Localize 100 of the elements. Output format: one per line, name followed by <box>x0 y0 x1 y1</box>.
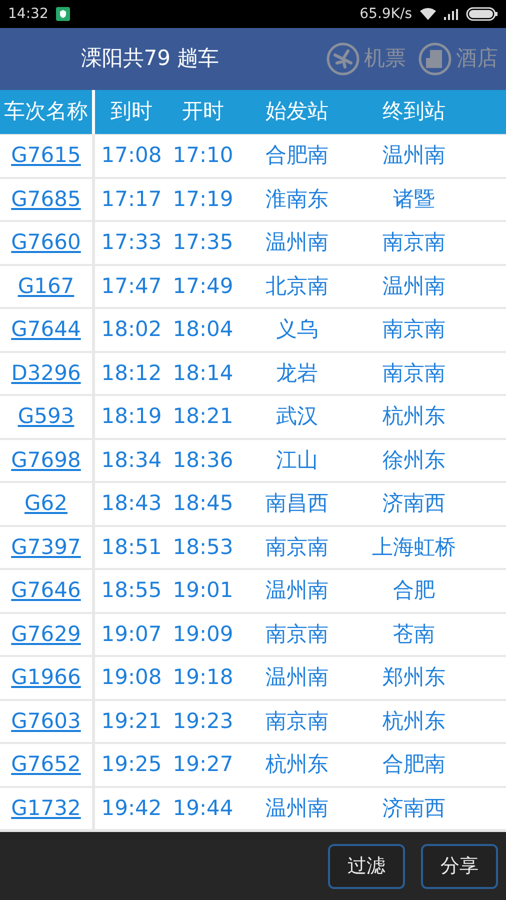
table-cell-text: 淮南东 <box>266 186 328 212</box>
table-cell-text: 17:47 <box>101 272 162 300</box>
table-cell-text: 南京南 <box>266 534 328 560</box>
table-cell-text: 18:36 <box>172 446 234 474</box>
table-cell-text: 19:23 <box>172 708 234 734</box>
table-cell-text: 19:44 <box>172 794 234 822</box>
train-link[interactable]: G7644 <box>11 314 81 346</box>
table-row[interactable]: G7644 18:02 18:04 义乌 南京南 <box>0 309 506 350</box>
column-header: 始发站 <box>266 98 328 126</box>
train-link[interactable]: G7660 <box>11 227 81 258</box>
table-cell-text: 19:27 <box>172 751 234 778</box>
table-cell-text: 北京南 <box>266 272 328 300</box>
train-link[interactable]: G7397 <box>11 532 81 563</box>
table-cell-text: 南京南 <box>266 620 328 648</box>
table-cell-text: 南昌西 <box>266 490 328 517</box>
network-speed: 65.9K/s <box>360 4 412 24</box>
table-cell-text: 19:08 <box>101 664 162 691</box>
train-link[interactable]: G7629 <box>11 618 81 650</box>
table-cell-text: 徐州东 <box>382 446 446 474</box>
table-cell-text: 合肥南 <box>382 751 446 778</box>
column-header: 开时 <box>182 98 224 126</box>
table-cell-text: 18:21 <box>172 403 234 430</box>
table-row[interactable]: G7603 19:21 19:23 南京南 杭州东 <box>0 700 506 742</box>
table-cell-text: 19:07 <box>101 620 162 648</box>
table-row[interactable]: D3296 18:12 18:14 龙岩 南京南 <box>0 352 506 394</box>
table-cell-text: 诸暨 <box>393 186 435 212</box>
train-link[interactable]: G167 <box>18 270 74 302</box>
train-link[interactable]: G7685 <box>11 184 81 215</box>
table-row[interactable]: G1966 19:08 19:18 温州南 郑州东 <box>0 657 506 698</box>
table-cell-text: 郑州东 <box>382 664 446 691</box>
table-row[interactable]: G593 18:19 18:21 武汉 杭州东 <box>0 396 506 438</box>
table-cell-text: 上海虹桥 <box>372 534 456 560</box>
train-link[interactable]: G7652 <box>11 749 81 780</box>
table-cell-text: 17:10 <box>172 142 234 169</box>
table-cell-text: 19:09 <box>172 620 234 648</box>
table-row[interactable]: G1732 19:42 19:44 温州南 济南西 <box>0 788 506 829</box>
table-row[interactable]: G7646 18:55 19:01 温州南 合肥 <box>0 570 506 612</box>
table-row[interactable]: G7615 17:08 17:10 合肥南 温州南 <box>0 135 506 176</box>
signal-icon <box>444 8 458 20</box>
column-header: 终到站 <box>382 98 446 126</box>
table-cell-text: 18:14 <box>172 360 234 386</box>
train-link[interactable]: G7698 <box>11 444 81 476</box>
train-link[interactable]: G7646 <box>11 575 81 606</box>
table-cell-text: 温州南 <box>382 142 446 169</box>
table-row[interactable]: G7652 19:25 19:27 杭州东 合肥南 <box>0 744 506 786</box>
table-cell-text: 杭州东 <box>382 403 446 430</box>
table-row[interactable]: G62 18:43 18:45 南昌西 济南西 <box>0 483 506 524</box>
table-cell-text: 18:53 <box>172 534 234 560</box>
table-cell-text: 19:25 <box>101 751 162 778</box>
table-cell-text: 18:43 <box>101 490 162 517</box>
table-cell-text: 17:08 <box>101 142 162 169</box>
table-cell-text: 合肥 <box>393 577 435 604</box>
window-title: 溧阳共79 趟车 <box>80 45 220 72</box>
table-cell-text: 19:01 <box>172 577 234 604</box>
table-cell-text: 杭州东 <box>382 708 446 734</box>
table-row[interactable]: G7660 17:33 17:35 温州南 南京南 <box>0 222 506 264</box>
table-cell-text: 17:35 <box>172 229 234 256</box>
table-cell-text: 温州南 <box>266 229 328 256</box>
table-row[interactable]: G7698 18:34 18:36 江山 徐州东 <box>0 440 506 481</box>
table-cell-text: 18:34 <box>101 446 162 474</box>
train-link[interactable]: G7615 <box>11 140 81 172</box>
table-row[interactable]: G7397 18:51 18:53 南京南 上海虹桥 <box>0 526 506 568</box>
table-cell-text: 17:19 <box>172 186 234 212</box>
table-cell-text: 龙岩 <box>276 360 318 386</box>
table-row[interactable]: G167 17:47 17:49 北京南 温州南 <box>0 266 506 307</box>
table-cell-text: 19:42 <box>101 794 162 822</box>
train-link[interactable]: G1966 <box>11 662 81 694</box>
airplane-icon <box>326 42 360 76</box>
table-cell-text: 济南西 <box>382 794 446 822</box>
header-link[interactable]: 酒店 <box>456 43 498 75</box>
table-cell-text: 武汉 <box>276 403 318 430</box>
action-button[interactable]: 过滤 <box>328 844 405 888</box>
column-header: 车次名称 <box>4 98 88 126</box>
table-cell-text: 18:12 <box>101 360 162 386</box>
table-cell-text: 19:18 <box>172 664 234 691</box>
header-link[interactable]: 机票 <box>364 43 406 75</box>
table-cell-text: 南京南 <box>382 360 446 386</box>
train-link[interactable]: G1732 <box>11 792 81 824</box>
building-icon <box>418 42 452 76</box>
train-link[interactable]: D3296 <box>11 358 81 389</box>
table-cell-text: 19:21 <box>101 708 162 734</box>
table-cell-text: 17:17 <box>101 186 162 212</box>
train-link[interactable]: G7603 <box>11 706 81 737</box>
table-cell-text: 18:04 <box>172 316 234 343</box>
battery-icon <box>466 7 498 21</box>
table-cell-text: 温州南 <box>382 272 446 300</box>
table-cell-text: 温州南 <box>266 664 328 691</box>
status-time: 14:32 <box>8 4 48 24</box>
table-cell-text: 温州南 <box>266 794 328 822</box>
table-cell-text: 江山 <box>276 446 318 474</box>
table-cell-text: 义乌 <box>276 316 318 343</box>
table-cell-text: 南京南 <box>266 708 328 734</box>
table-cell-text: 18:19 <box>101 403 162 430</box>
train-link[interactable]: G593 <box>18 401 74 432</box>
table-row[interactable]: G7685 17:17 17:19 淮南东 诸暨 <box>0 178 506 220</box>
table-cell-text: 17:33 <box>101 229 162 256</box>
train-link[interactable]: G62 <box>24 488 68 520</box>
action-button[interactable]: 分享 <box>421 844 498 888</box>
table-cell-text: 南京南 <box>382 316 446 343</box>
table-row[interactable]: G7629 19:07 19:09 南京南 苍南 <box>0 614 506 655</box>
